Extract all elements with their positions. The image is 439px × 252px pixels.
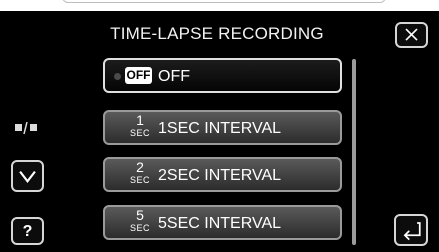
scroll-down-button[interactable] xyxy=(11,160,44,192)
back-button[interactable] xyxy=(394,214,428,246)
scrollbar[interactable] xyxy=(352,59,356,245)
menu-item-label: OFF xyxy=(158,68,190,85)
menu-item-off[interactable]: OFF OFF xyxy=(103,58,342,93)
menu-screen: TIME-LAPSE RECORDING ? OFF OFF 1 SEC 1SE… xyxy=(0,11,439,252)
chevron-down-icon xyxy=(19,170,36,184)
interval-1sec-icon: 1 SEC xyxy=(129,112,150,138)
off-icon: OFF xyxy=(125,67,152,84)
top-frame-edge xyxy=(62,0,386,3)
camera-menu-screen: TIME-LAPSE RECORDING ? OFF OFF 1 SEC 1SE… xyxy=(0,0,439,252)
page-title: TIME-LAPSE RECORDING xyxy=(110,24,324,43)
close-icon xyxy=(405,28,418,41)
back-arrow-icon xyxy=(403,222,421,241)
page-indicator-icon xyxy=(15,121,37,135)
interval-5sec-icon: 5 SEC xyxy=(129,207,150,233)
menu-item-label: 2SEC INTERVAL xyxy=(158,167,282,184)
close-button[interactable] xyxy=(395,22,428,48)
help-button-label: ? xyxy=(22,223,33,240)
menu-item-label: 5SEC INTERVAL xyxy=(158,215,282,232)
menu-item-1sec-interval[interactable]: 1 SEC 1SEC INTERVAL xyxy=(103,110,342,145)
menu-item-2sec-interval[interactable]: 2 SEC 2SEC INTERVAL xyxy=(103,157,342,192)
menu-item-5sec-interval[interactable]: 5 SEC 5SEC INTERVAL xyxy=(103,205,342,240)
menu-item-label: 1SEC INTERVAL xyxy=(158,120,282,137)
selected-dot-icon xyxy=(114,73,121,80)
help-button[interactable]: ? xyxy=(11,217,44,245)
interval-2sec-icon: 2 SEC xyxy=(129,159,150,185)
